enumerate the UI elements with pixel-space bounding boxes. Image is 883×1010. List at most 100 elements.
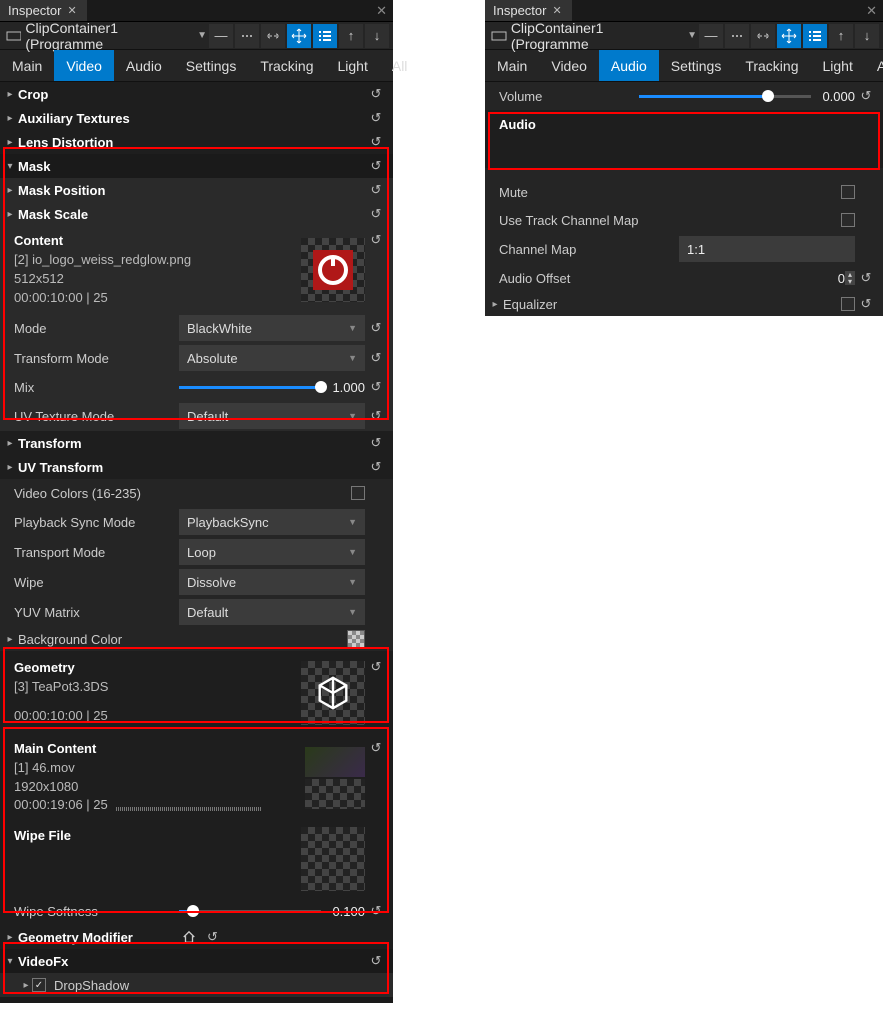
arrow-down-button[interactable]: ↓ xyxy=(365,24,389,48)
section-videofx[interactable]: ▾ VideoFx ↺ xyxy=(0,949,393,973)
trackmap-checkbox[interactable] xyxy=(841,213,855,227)
video-colors-checkbox[interactable] xyxy=(351,486,365,500)
reset-icon[interactable]: ↺ xyxy=(365,110,387,126)
tab-light[interactable]: Light xyxy=(326,50,380,81)
audio-offset-value[interactable]: 0 xyxy=(801,271,845,286)
reset-icon[interactable]: ↺ xyxy=(365,158,387,174)
audio-thumbnail[interactable] xyxy=(665,119,855,159)
move-tool-button[interactable] xyxy=(777,24,801,48)
dots-button[interactable] xyxy=(725,24,749,48)
tab-settings[interactable]: Settings xyxy=(174,50,249,81)
close-icon[interactable]: ✕ xyxy=(370,0,393,21)
dropshadow-checkbox[interactable] xyxy=(32,978,46,992)
breadcrumb[interactable]: ClipContainer1 (Programme ▼ xyxy=(4,20,207,52)
reset-icon[interactable]: ↺ xyxy=(202,929,224,945)
reset-icon[interactable]: ↺ xyxy=(365,134,387,150)
mix-value[interactable]: 1.000 xyxy=(321,380,365,395)
arrow-up-button[interactable]: ↑ xyxy=(829,24,853,48)
offset-spinner[interactable]: ▴▾ xyxy=(845,271,855,285)
color-swatch[interactable] xyxy=(347,630,365,648)
tab-video[interactable]: Video xyxy=(539,50,599,81)
section-transform[interactable]: ▸ Transform ↺ xyxy=(0,431,393,455)
reset-icon[interactable]: ↺ xyxy=(365,903,387,919)
main-content-alpha-thumbnail[interactable] xyxy=(305,779,365,809)
mute-checkbox[interactable] xyxy=(841,185,855,199)
mask-thumbnail[interactable] xyxy=(301,238,365,302)
arrow-up-button[interactable]: ↑ xyxy=(339,24,363,48)
tab-audio[interactable]: Audio xyxy=(114,50,174,81)
arrow-down-button[interactable]: ↓ xyxy=(855,24,879,48)
tab-light[interactable]: Light xyxy=(811,50,865,81)
list-button[interactable] xyxy=(313,24,337,48)
list-button[interactable] xyxy=(803,24,827,48)
tab-all[interactable]: All xyxy=(865,50,883,81)
section-mask-scale[interactable]: ▸ Mask Scale ↺ xyxy=(0,202,393,226)
close-icon[interactable]: ✕ xyxy=(65,4,78,17)
section-mask[interactable]: ▾ Mask ↺ xyxy=(0,154,393,178)
reset-icon[interactable]: ↺ xyxy=(365,182,387,198)
reset-icon[interactable]: ↺ xyxy=(365,953,387,969)
close-icon[interactable]: ✕ xyxy=(860,0,883,21)
tab-settings[interactable]: Settings xyxy=(659,50,734,81)
tab-main[interactable]: Main xyxy=(485,50,539,81)
reset-icon[interactable]: ↺ xyxy=(365,408,387,424)
tab-video[interactable]: Video xyxy=(54,50,114,81)
panel-tab-inspector[interactable]: Inspector ✕ xyxy=(485,0,572,21)
transform-mode-dropdown[interactable]: Absolute▼ xyxy=(179,345,365,371)
reset-icon[interactable]: ↺ xyxy=(365,320,387,336)
minus-button[interactable]: — xyxy=(699,24,723,48)
yuv-dropdown[interactable]: Default▼ xyxy=(179,599,365,625)
geometry-thumbnail[interactable] xyxy=(301,661,365,725)
section-mask-position[interactable]: ▸ Mask Position ↺ xyxy=(0,178,393,202)
section-equalizer[interactable]: ▸ Equalizer ↺ xyxy=(485,292,883,316)
minus-button[interactable]: — xyxy=(209,24,233,48)
mode-dropdown[interactable]: BlackWhite▼ xyxy=(179,315,365,341)
wipe-dropdown[interactable]: Dissolve▼ xyxy=(179,569,365,595)
wipe-softness-value[interactable]: 0.100 xyxy=(321,904,365,919)
reset-icon[interactable]: ↺ xyxy=(855,270,877,286)
reset-icon[interactable]: ↺ xyxy=(365,459,387,475)
volume-slider[interactable] xyxy=(639,86,811,106)
panel-tab-inspector[interactable]: Inspector ✕ xyxy=(0,0,87,21)
main-content-thumbnail[interactable] xyxy=(305,747,365,777)
volume-value[interactable]: 0.000 xyxy=(811,89,855,104)
reset-icon[interactable]: ↺ xyxy=(365,350,387,366)
reset-icon[interactable]: ↺ xyxy=(855,296,877,312)
tab-tracking[interactable]: Tracking xyxy=(733,50,810,81)
equalizer-checkbox[interactable] xyxy=(841,297,855,311)
reset-icon[interactable]: ↺ xyxy=(365,206,387,222)
tab-main[interactable]: Main xyxy=(0,50,54,81)
move-tool-button[interactable] xyxy=(287,24,311,48)
reset-icon[interactable]: ↺ xyxy=(365,659,387,726)
close-icon[interactable]: ✕ xyxy=(550,4,563,17)
spinner-down-icon[interactable]: ▾ xyxy=(845,278,855,285)
reset-icon[interactable]: ↺ xyxy=(365,740,387,815)
section-lens-distortion[interactable]: ▸ Lens Distortion ↺ xyxy=(0,130,393,154)
reset-icon[interactable]: ↺ xyxy=(365,86,387,102)
section-geometry-modifier[interactable]: ▸ Geometry Modifier ↺ xyxy=(0,925,393,949)
section-uv-transform[interactable]: ▸ UV Transform ↺ xyxy=(0,455,393,479)
pbsync-dropdown[interactable]: PlaybackSync▼ xyxy=(179,509,365,535)
reset-icon[interactable]: ↺ xyxy=(365,232,387,307)
videofx-dropshadow[interactable]: ▸ DropShadow xyxy=(0,973,393,997)
prop-background-color[interactable]: ▸ Background Color ↺ xyxy=(0,627,393,651)
channel-map-field[interactable]: 1:1 xyxy=(679,236,855,262)
link-button[interactable] xyxy=(261,24,285,48)
tab-all[interactable]: All xyxy=(380,50,420,81)
breadcrumb[interactable]: ClipContainer1 (Programme ▼ xyxy=(489,20,697,52)
wipe-file-thumbnail[interactable] xyxy=(301,827,365,891)
uvtex-dropdown[interactable]: Default▼ xyxy=(179,403,365,429)
dots-button[interactable] xyxy=(235,24,259,48)
reset-icon[interactable]: ↺ xyxy=(855,88,877,104)
link-button[interactable] xyxy=(751,24,775,48)
reset-icon[interactable]: ↺ xyxy=(365,379,387,395)
tab-audio[interactable]: Audio xyxy=(599,50,659,81)
mix-slider[interactable] xyxy=(179,377,321,397)
section-aux-textures[interactable]: ▸ Auxiliary Textures ↺ xyxy=(0,106,393,130)
section-crop[interactable]: ▸ Crop ↺ xyxy=(0,82,393,106)
transport-dropdown[interactable]: Loop▼ xyxy=(179,539,365,565)
reset-icon[interactable]: ↺ xyxy=(365,435,387,451)
wipe-softness-slider[interactable] xyxy=(179,901,321,921)
tab-tracking[interactable]: Tracking xyxy=(248,50,325,81)
home-icon[interactable] xyxy=(182,930,196,944)
